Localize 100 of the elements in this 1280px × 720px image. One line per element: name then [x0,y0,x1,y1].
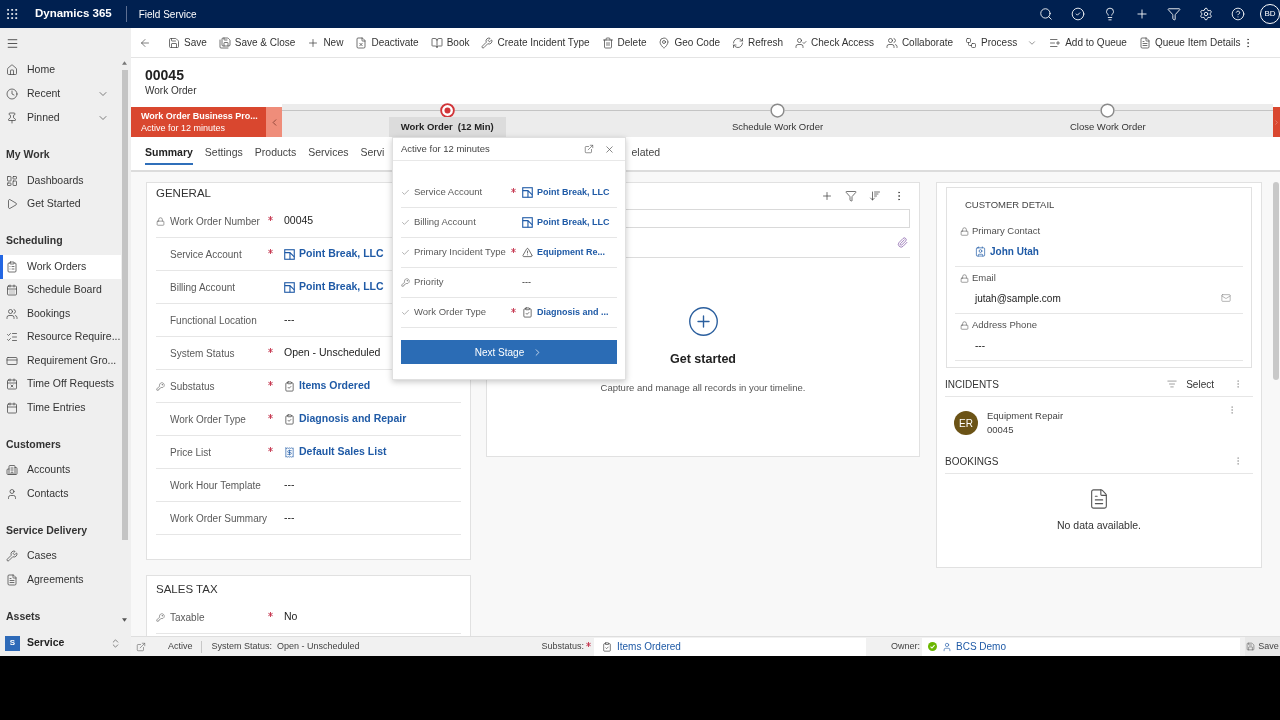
command-button[interactable]: Process [965,30,1038,55]
help-icon[interactable] [1231,7,1245,21]
scrollbar-thumb[interactable] [121,70,128,540]
filter-icon[interactable] [845,190,857,202]
lookup-link[interactable]: Point Break, LLC [284,279,384,295]
substatus-field[interactable]: Items Ordered [594,637,866,656]
field-value: --- [522,275,531,289]
plus-icon[interactable] [1135,7,1149,21]
lookup-link[interactable]: Point Break, LLC [284,246,384,262]
command-button[interactable]: Check Access [795,30,874,55]
nav-item[interactable]: Work Orders [0,255,121,279]
command-button[interactable]: Refresh [732,30,784,55]
email-value[interactable]: jutah@sample.com [975,290,1061,306]
stage-circle-icon[interactable] [1100,102,1116,118]
process-flag[interactable]: Work Order Business Pro... Active for 12 minutes [131,107,266,137]
back-arrow-icon[interactable] [139,36,151,49]
command-button[interactable]: Deactivate [355,30,419,55]
nav-item[interactable]: Home [0,58,121,82]
command-button[interactable]: Queue Item Details [1138,30,1241,55]
tab[interactable]: Servi [360,142,385,165]
scroll-up-triangle-icon[interactable] [122,61,127,65]
lookup-link[interactable]: Diagnosis and ... [522,305,609,320]
nav-item[interactable]: Time Off Requests [0,372,121,396]
tab[interactable]: Products [254,142,297,165]
area-tile[interactable]: S [5,635,20,651]
field-label: Primary Contact [972,223,1041,238]
command-button[interactable]: Collaborate [885,30,954,55]
record-icon [522,187,533,198]
nav-item[interactable]: Bookings [0,302,121,326]
owner-field[interactable]: BCS Demo [922,637,1240,656]
nav-item[interactable]: Accounts [0,458,121,482]
plus-icon[interactable] [821,190,833,202]
save-all-icon [218,36,231,49]
stage-tab[interactable]: Schedule Work Order [719,117,836,137]
search-icon[interactable] [1039,7,1053,21]
stage-circle-icon[interactable] [770,102,785,118]
field-label: Price List [170,445,213,460]
dialog-title: Active for 12 minutes [401,141,490,156]
pop-out-icon[interactable] [584,144,594,154]
nav-item[interactable]: Dashboards [0,169,121,193]
close-icon[interactable] [604,143,615,155]
nav-item[interactable]: Resource Require... [0,325,121,349]
check-circle-icon[interactable] [1071,7,1085,21]
command-button[interactable]: Add to Queue [1049,30,1127,55]
stage-tab[interactable]: Work Order (12 Min) [388,117,506,137]
lookup-link[interactable]: Point Break, LLC [522,215,610,230]
nav-item[interactable]: Contacts [0,482,121,506]
tab[interactable]: Services [308,142,349,165]
lookup-link[interactable]: John Utah [975,243,1039,259]
scroll-down-triangle-icon[interactable] [122,618,127,622]
next-stage-button[interactable]: Next Stage [401,340,617,364]
list-plus-icon [1049,36,1062,49]
nav-item[interactable]: Recent [0,82,121,106]
lookup-link[interactable]: Equipment Re... [522,245,605,260]
tab[interactable]: elated [631,142,661,165]
lookup-link[interactable]: Diagnosis and Repair [284,411,407,427]
area-name[interactable]: Field Service [138,6,197,22]
command-button[interactable]: Geo Code [658,30,721,55]
incident-title[interactable]: Equipment Repair [987,409,1064,423]
record-state: Active [168,639,193,653]
app-name[interactable]: Dynamics 365 [35,5,112,23]
add-circle-icon[interactable] [686,305,720,338]
lookup-link[interactable]: Items Ordered [284,378,371,394]
tab[interactable]: Summary [145,142,193,165]
lookup-link[interactable]: Default Sales List [284,444,387,460]
lookup-link[interactable]: Point Break, LLC [522,185,610,200]
scrollbar[interactable] [1273,182,1279,380]
nav-item[interactable]: Pinned [0,106,121,130]
app-launcher-icon[interactable] [5,7,19,21]
command-button[interactable]: Delete [601,30,647,55]
area-switcher-label[interactable]: Service [27,635,65,651]
command-button[interactable]: Save & Close [218,30,296,55]
stage-tab[interactable]: Close Work Order [1057,117,1158,137]
nav-item[interactable]: Time Entries [0,396,121,420]
nav-item[interactable]: Cases [0,544,121,568]
menu-icon[interactable] [6,36,19,50]
nav-section-title: Assets [6,608,41,624]
warning-icon [522,247,533,258]
paperclip-icon[interactable] [897,237,908,248]
save-button[interactable]: Save [1245,637,1280,656]
command-button[interactable]: Save [168,30,207,55]
tab[interactable]: Settings [204,142,243,165]
command-button[interactable]: New [307,30,344,55]
lookup-link[interactable]: BCS Demo [942,639,1006,654]
clipboard-icon [522,307,533,318]
stage-circle-icon[interactable] [439,102,455,118]
sort-icon[interactable] [869,190,881,202]
command-button[interactable]: Create Incident Type [481,30,590,55]
command-button[interactable]: Book [430,30,470,55]
mail-icon[interactable] [1221,293,1231,303]
nav-item[interactable]: Get Started [0,192,121,216]
lightbulb-icon[interactable] [1103,7,1117,21]
nav-item[interactable]: Schedule Board [0,278,121,302]
pop-out-icon[interactable] [136,641,146,652]
nav-item[interactable]: Agreements [0,568,121,592]
select-button[interactable]: Select [1167,376,1214,392]
lookup-link[interactable]: Items Ordered [602,639,681,654]
up-down-chevron-icon[interactable] [110,637,121,649]
settings-icon[interactable] [1199,7,1213,21]
nav-item[interactable]: Requirement Gro... [0,349,121,373]
